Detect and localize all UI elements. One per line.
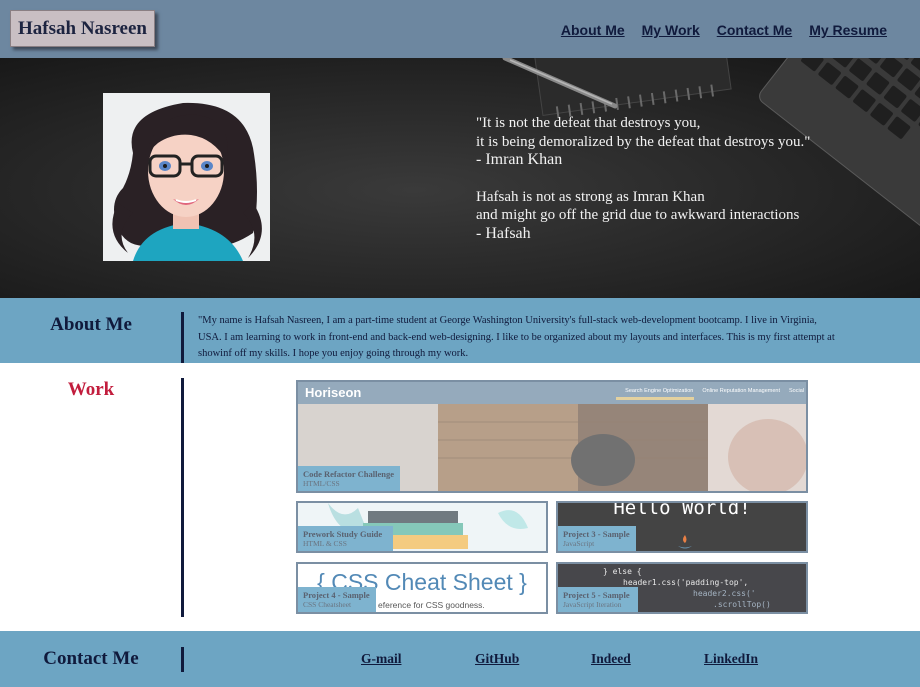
project-title: Code Refactor Challenge (303, 469, 394, 479)
project-title: Project 3 - Sample (563, 529, 630, 539)
contact-link-gmail[interactable]: G-mail (361, 651, 402, 667)
about-divider (181, 312, 184, 363)
avatar-illustration (112, 102, 262, 261)
project-label: Project 3 - Sample JavaScript (558, 526, 636, 551)
quote-attribution-1: - Imran Khan (476, 151, 563, 168)
project-label: Prework Study Guide HTML & CSS (298, 526, 393, 551)
project-card-project-5[interactable]: } else { header1.css('padding-top', head… (556, 562, 808, 614)
brand-name[interactable]: Hafsah Nasreen (10, 10, 155, 47)
contact-divider (181, 647, 184, 672)
contact-link-github[interactable]: GitHub (475, 651, 519, 667)
project-subtitle: CSS Cheatsheet (303, 600, 352, 609)
project-card-project-3[interactable]: Hello World! Project 3 - Sample JavaScri… (556, 501, 808, 553)
about-heading: About Me (50, 314, 132, 335)
thumb-brand: Horiseon (305, 385, 362, 400)
quote-line-2: it is being demoralized by the defeat th… (476, 133, 811, 150)
project-label: Project 5 - Sample JavaScript Iteration (558, 587, 638, 612)
thumb-menu-item: Online Reputation Management (702, 388, 781, 394)
work-divider (181, 378, 184, 617)
project-card-prework[interactable]: Prework Study Guide HTML & CSS (296, 501, 548, 553)
thumb-menu: Search Engine Optimization Online Reputa… (625, 388, 804, 394)
nav-contact-me[interactable]: Contact Me (717, 22, 792, 38)
contact-link-linkedin[interactable]: LinkedIn (704, 651, 758, 667)
main-nav: About Me My Work Contact Me My Resume (561, 22, 887, 38)
project-subtitle: HTML/CSS (303, 479, 340, 488)
project-label: Project 4 - Sample CSS Cheatsheet (298, 587, 376, 612)
project-title: Prework Study Guide (303, 529, 383, 539)
project-card-project-4[interactable]: { CSS Cheat Sheet } eference for CSS goo… (296, 562, 548, 614)
project-title: Project 4 - Sample (303, 590, 370, 600)
contact-heading: Contact Me (43, 648, 139, 669)
contact-link-indeed[interactable]: Indeed (591, 651, 631, 667)
work-heading: Work (67, 379, 115, 400)
about-text: "My name is Hafsah Nasreen, I am a part-… (198, 315, 835, 359)
quote-line-5: and might go off the grid due to awkward… (476, 207, 800, 223)
quote-line-4: Hafsah is not as strong as Imran Khan (476, 188, 705, 205)
nav-about-me[interactable]: About Me (561, 22, 625, 38)
contact-section: Contact Me G-mail GitHub Indeed LinkedIn (0, 631, 920, 687)
project-card-code-refactor[interactable]: Horiseon Search Engine Optimization Onli… (296, 380, 808, 493)
project-label: Code Refactor Challenge HTML/CSS (298, 466, 400, 491)
thumb-menu-item: Social (789, 388, 804, 394)
nav-my-resume[interactable]: My Resume (809, 22, 887, 38)
thumb-menu-item: Search Engine Optimization (625, 388, 694, 394)
hero-banner: "It is not the defeat that destroys you,… (0, 58, 920, 298)
quote-spacer (476, 170, 810, 188)
nav-my-work[interactable]: My Work (642, 22, 700, 38)
about-section: About Me "My name is Hafsah Nasreen, I a… (0, 298, 920, 363)
quote-line-1: "It is not the defeat that destroys you, (476, 115, 701, 131)
work-section: Work Horiseon Search Engine Optimization… (0, 363, 920, 631)
project-subtitle: JavaScript (563, 539, 595, 548)
project-title: Project 5 - Sample (563, 590, 630, 600)
quote-attribution-2: - Hafsah (476, 224, 531, 242)
avatar (103, 93, 270, 261)
site-header: Hafsah Nasreen About Me My Work Contact … (0, 0, 920, 58)
hero-quote: "It is not the defeat that destroys you,… (476, 114, 810, 243)
project-subtitle: HTML & CSS (303, 539, 347, 548)
project-subtitle: JavaScript Iteration (563, 600, 622, 609)
